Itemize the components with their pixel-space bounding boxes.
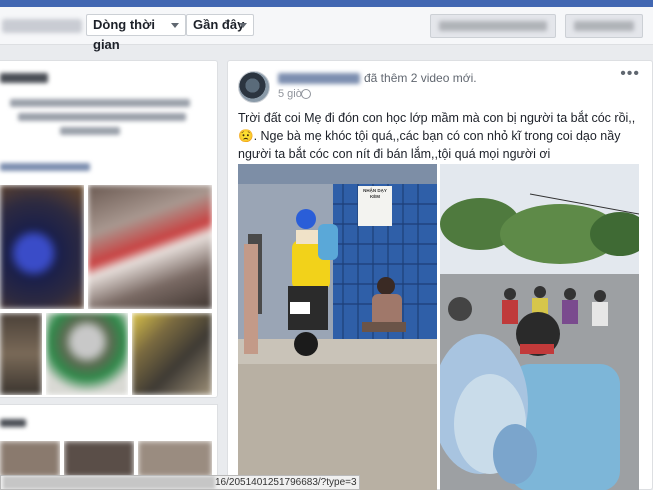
recent-dropdown[interactable]: Gần đây — [186, 14, 254, 36]
photo-thumbnail[interactable] — [0, 313, 42, 395]
intro-heading-blurred — [0, 73, 48, 83]
feed-post: đã thêm 2 video mới. 5 giờ ••• Trời đất … — [227, 60, 653, 490]
status-bar-url: .16/2051401251796683/?type=3 — [0, 475, 360, 490]
timeline-order-label: Dòng thời gian — [93, 17, 155, 52]
video-thumbnail-2[interactable] — [440, 164, 639, 490]
timeline-order-dropdown[interactable]: Dòng thời gian — [86, 14, 186, 52]
post-action-text: đã thêm 2 video mới. — [364, 71, 477, 85]
friend-thumbnail[interactable] — [138, 441, 212, 477]
friends-heading-blurred[interactable] — [0, 419, 26, 427]
profile-name-blurred[interactable] — [2, 19, 82, 33]
more-options-icon[interactable]: ••• — [620, 65, 640, 83]
intro-text-blurred — [60, 127, 120, 135]
post-message: Trời đất coi Mẹ đi đón con học lớp mầm m… — [238, 111, 636, 161]
profile-action-button-blurred-2[interactable] — [565, 14, 643, 38]
photo-thumbnail[interactable] — [0, 185, 84, 309]
photo-thumbnail[interactable] — [88, 185, 212, 309]
status-url-blurred: . — [3, 476, 215, 489]
chevron-down-icon — [239, 23, 247, 28]
profile-action-button-blurred[interactable] — [430, 14, 556, 38]
status-url-suffix: 16/2051401251796683/?type=3 — [215, 477, 357, 488]
intro-card — [0, 60, 218, 398]
photo-thumbnail[interactable] — [132, 313, 212, 395]
globe-icon — [301, 89, 311, 99]
timeline-toolbar: Dòng thời gian Gần đây — [0, 7, 653, 52]
chevron-down-icon — [171, 23, 179, 28]
friend-thumbnail[interactable] — [64, 441, 134, 477]
crowd-scene-illustration — [440, 164, 639, 490]
author-name-blurred[interactable] — [278, 73, 360, 84]
video-sign-text: NHẬN DẠY KÈM — [363, 188, 387, 199]
photo-thumbnail[interactable] — [46, 313, 128, 395]
photos-heading-blurred[interactable] — [0, 163, 90, 171]
street-scene-illustration — [238, 164, 437, 490]
post-timestamp[interactable]: 5 giờ — [278, 88, 303, 100]
intro-text-blurred — [10, 99, 190, 107]
recent-label: Gần đây — [193, 17, 245, 32]
friend-thumbnail[interactable] — [0, 441, 60, 477]
top-navigation-bar — [0, 0, 653, 7]
avatar[interactable] — [238, 71, 270, 103]
intro-text-blurred — [18, 113, 186, 121]
video-thumbnail-1[interactable]: NHẬN DẠY KÈM — [238, 164, 437, 490]
